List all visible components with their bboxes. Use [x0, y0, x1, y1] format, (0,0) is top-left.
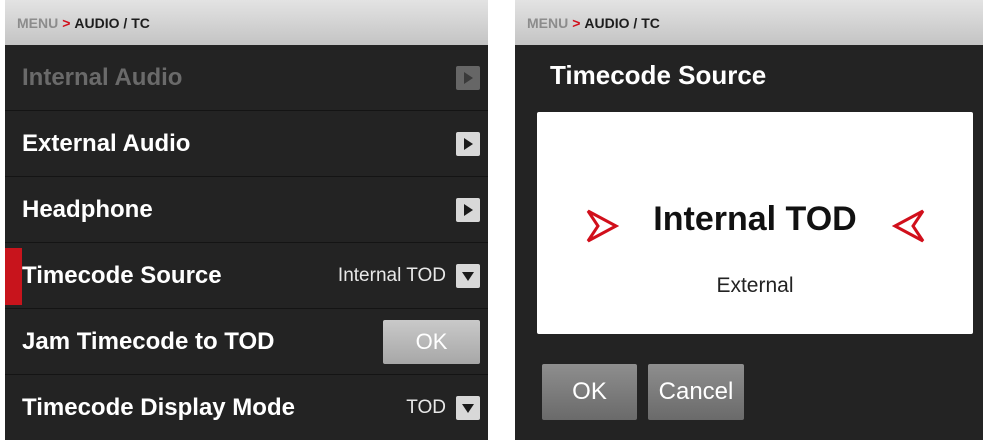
breadcrumb-separator: >: [62, 14, 71, 31]
picker-option[interactable]: External: [537, 274, 973, 298]
dialog-title: Timecode Source: [550, 60, 767, 90]
audio-tc-menu-panel: MENU > AUDIO / TC Internal Audio Externa…: [5, 0, 488, 440]
menu-row-internal-audio[interactable]: Internal Audio: [5, 45, 488, 111]
timecode-source-picker[interactable]: Internal TOD External: [537, 112, 973, 334]
breadcrumb-separator: >: [572, 14, 581, 31]
chevron-right-icon[interactable]: [456, 131, 480, 156]
timecode-display-mode-value[interactable]: TOD: [406, 397, 446, 419]
menu-row-jam-timecode[interactable]: Jam Timecode to TOD OK: [5, 309, 488, 375]
chevron-right-icon[interactable]: [456, 65, 480, 90]
menu-row-label: Internal Audio: [22, 63, 183, 91]
chevron-down-icon[interactable]: [456, 395, 480, 420]
menu-row-label: Timecode Display Mode: [22, 393, 295, 421]
menu-row-label: Headphone: [22, 195, 153, 223]
jam-timecode-ok-button[interactable]: OK: [383, 319, 480, 364]
breadcrumb-menu[interactable]: MENU: [17, 15, 58, 31]
breadcrumb-page: AUDIO / TC: [74, 14, 150, 31]
menu-row-label: Timecode Source: [22, 261, 222, 289]
chevron-left-selector-icon: [892, 209, 925, 243]
timecode-source-dialog: MENU > AUDIO / TC Timecode Source Intern…: [515, 0, 983, 440]
cancel-button[interactable]: Cancel: [648, 364, 744, 420]
breadcrumb: MENU > AUDIO / TC: [515, 0, 983, 45]
breadcrumb: MENU > AUDIO / TC: [5, 0, 488, 45]
selection-marker: [5, 248, 22, 305]
menu-row-headphone[interactable]: Headphone: [5, 177, 488, 243]
menu-row-label: External Audio: [22, 129, 191, 157]
menu-row-timecode-source[interactable]: Timecode Source Internal TOD: [5, 243, 488, 309]
menu-row-external-audio[interactable]: External Audio: [5, 111, 488, 177]
menu-row-label: Jam Timecode to TOD: [22, 327, 275, 355]
timecode-source-value[interactable]: Internal TOD: [338, 265, 446, 287]
chevron-down-icon[interactable]: [456, 263, 480, 288]
menu-row-timecode-display-mode[interactable]: Timecode Display Mode TOD: [5, 375, 488, 440]
breadcrumb-page: AUDIO / TC: [584, 14, 660, 31]
chevron-right-icon[interactable]: [456, 197, 480, 222]
ok-button[interactable]: OK: [542, 364, 637, 420]
breadcrumb-menu[interactable]: MENU: [527, 15, 568, 31]
